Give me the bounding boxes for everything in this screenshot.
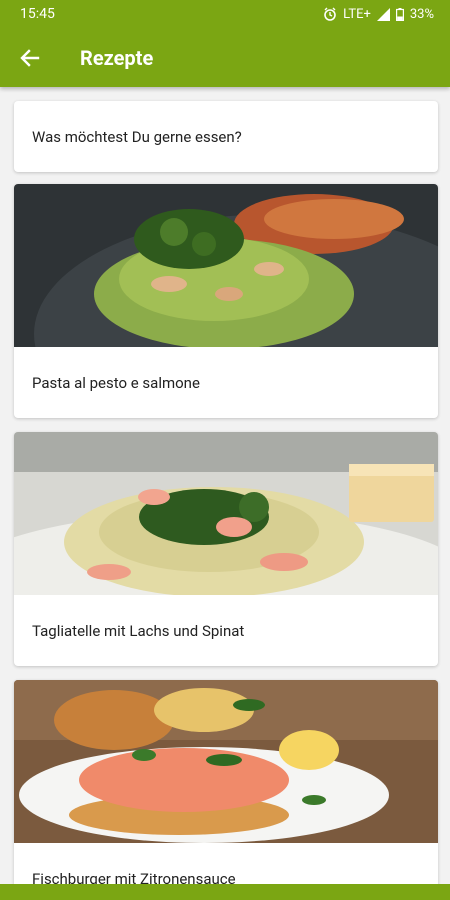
status-icons: LTE+ 33% <box>323 7 434 22</box>
arrow-back-icon <box>20 48 40 67</box>
recipe-image <box>14 680 438 843</box>
battery-icon <box>395 7 404 21</box>
search-field[interactable]: Was möchtest Du gerne essen? <box>14 101 438 172</box>
recipe-card[interactable]: Tagliatelle mit Lachs und Spinat <box>14 432 438 666</box>
status-bar: 15:45 LTE+ 33% <box>0 0 450 28</box>
alarm-icon <box>324 7 336 21</box>
bottom-bar <box>0 884 450 900</box>
recipe-list[interactable]: Was möchtest Du gerne essen? Pasta al pe… <box>0 87 450 884</box>
network-label: LTE+ <box>343 6 371 22</box>
recipe-image <box>14 184 438 347</box>
recipe-image <box>14 432 438 595</box>
recipe-card[interactable]: Pasta al pesto e salmone <box>14 184 438 418</box>
recipe-title: Tagliatelle mit Lachs und Spinat <box>32 621 245 640</box>
search-placeholder: Was möchtest Du gerne essen? <box>32 127 242 146</box>
status-time: 15:45 <box>20 6 55 22</box>
back-button[interactable] <box>0 28 60 87</box>
recipe-title: Pasta al pesto e salmone <box>32 373 200 392</box>
app-bar: 15:45 LTE+ 33% Rezepte <box>0 0 450 87</box>
signal-icon <box>376 7 390 21</box>
battery-level: 33% <box>409 6 434 22</box>
recipe-card[interactable]: Fischburger mit Zitronensauce <box>14 680 438 884</box>
page-title: Rezepte <box>80 45 154 70</box>
recipe-title: Fischburger mit Zitronensauce <box>32 869 236 885</box>
toolbar: Rezepte <box>0 28 450 87</box>
